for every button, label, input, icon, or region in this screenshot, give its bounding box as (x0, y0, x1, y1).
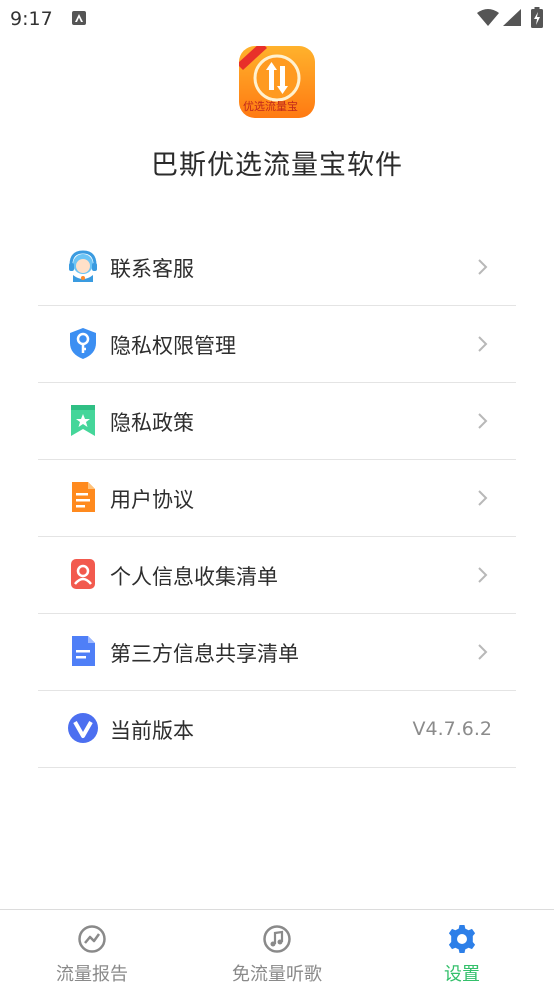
tab-settings[interactable]: 设置 (412, 910, 512, 985)
version-icon (68, 713, 98, 743)
tab-label: 免流量听歌 (232, 964, 322, 985)
shield-key-icon (70, 328, 96, 359)
chevron-right-icon (478, 644, 488, 660)
menu-item-privacy-permissions[interactable]: 隐私权限管理 (38, 306, 516, 383)
tab-label: 流量报告 (56, 964, 128, 985)
bookmark-star-icon (71, 405, 95, 436)
bottom-nav: 流量报告 免流量听歌 设置 (0, 909, 554, 985)
menu-item-user-agreement[interactable]: 用户协议 (38, 460, 516, 537)
menu-item-privacy-policy[interactable]: 隐私政策 (38, 383, 516, 460)
chevron-right-icon (478, 567, 488, 583)
cell-signal-icon (503, 9, 521, 26)
menu-item-customer-service[interactable]: 联系客服 (38, 229, 516, 306)
gear-icon (448, 925, 476, 953)
person-card-icon (71, 559, 95, 589)
status-time: 9:17 (10, 8, 53, 30)
chevron-right-icon (478, 336, 488, 352)
menu-item-label: 当前版本 (110, 719, 194, 743)
traffic-report-icon (78, 925, 106, 953)
customer-service-icon (69, 250, 97, 282)
tab-traffic-report[interactable]: 流量报告 (32, 910, 152, 985)
menu-item-label: 用户协议 (110, 488, 194, 512)
logo-text: 优选流量宝 (243, 99, 298, 113)
document-icon (72, 482, 95, 512)
menu-item-label: 第三方信息共享清单 (110, 642, 299, 666)
app-logo: 优选流量宝 (239, 46, 315, 118)
tab-free-music[interactable]: 免流量听歌 (207, 910, 347, 985)
battery-charging-icon (531, 7, 543, 28)
menu-item-label: 个人信息收集清单 (110, 565, 278, 589)
status-bar: 9:17 (0, 0, 554, 38)
menu-item-current-version[interactable]: 当前版本 V4.7.6.2 (38, 691, 516, 768)
version-value: V4.7.6.2 (412, 718, 492, 740)
menu-item-label: 隐私政策 (110, 411, 194, 435)
menu-item-third-party-sharing[interactable]: 第三方信息共享清单 (38, 614, 516, 691)
settings-menu: 联系客服 隐私权限管理 隐私政策 用户协议 个人信息收集清单 第三方信息共享清单… (38, 229, 516, 768)
wifi-icon (477, 9, 499, 26)
menu-item-label: 联系客服 (110, 257, 194, 281)
tab-label: 设置 (444, 964, 480, 985)
music-icon (263, 925, 291, 953)
chevron-right-icon (478, 490, 488, 506)
accessibility-notification-icon (72, 11, 86, 25)
file-list-icon (72, 636, 95, 666)
menu-item-label: 隐私权限管理 (110, 334, 236, 358)
chevron-right-icon (478, 259, 488, 275)
app-name: 巴斯优选流量宝软件 (151, 150, 403, 181)
menu-item-personal-info-list[interactable]: 个人信息收集清单 (38, 537, 516, 614)
chevron-right-icon (478, 413, 488, 429)
